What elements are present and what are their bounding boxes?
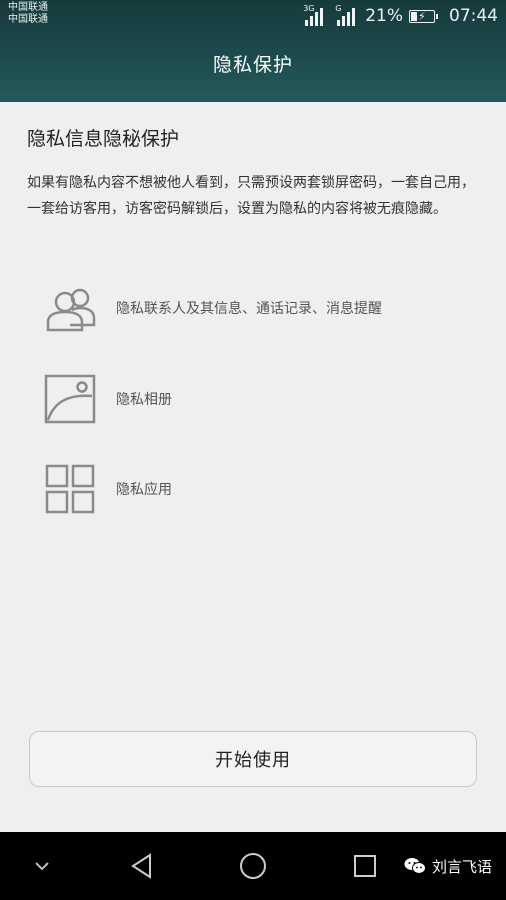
battery-percent: 21% xyxy=(365,6,403,26)
nav-hide-button[interactable] xyxy=(24,832,60,900)
clock: 07:44 xyxy=(449,6,498,26)
watermark-text: 刘言飞语 xyxy=(431,857,492,876)
battery-charging-icon: ⚡ xyxy=(409,9,438,23)
nav-back-button[interactable] xyxy=(122,832,162,900)
status-indicators: 3G G 21% ⚡ 07:44 xyxy=(303,3,498,29)
wechat-watermark: 刘言飞语 xyxy=(404,832,492,900)
nav-recents-button[interactable] xyxy=(345,832,385,900)
recents-square-icon xyxy=(354,855,376,877)
chevron-down-icon xyxy=(35,862,49,871)
section-title: 隐私信息隐秘保护 xyxy=(27,128,180,150)
signal-3g-icon: 3G xyxy=(303,4,324,26)
nav-home-button[interactable] xyxy=(233,832,273,900)
carrier-1: 中国联通 xyxy=(8,2,48,13)
carrier-2: 中国联通 xyxy=(8,14,48,25)
home-circle-icon xyxy=(240,853,266,879)
page-title: 隐私保护 xyxy=(212,54,293,76)
feature-label-album: 隐私相册 xyxy=(116,392,172,408)
feature-label-apps: 隐私应用 xyxy=(116,482,172,498)
carrier-info: 中国联通 中国联通 xyxy=(8,2,48,26)
feature-private-album: 隐私相册 xyxy=(44,371,484,427)
feature-private-contacts: 隐私联系人及其信息、通话记录、消息提醒 xyxy=(44,280,484,336)
contacts-icon xyxy=(46,288,96,332)
gallery-icon xyxy=(44,374,96,424)
description-text: 如果有隐私内容不想被他人看到，只需预设两套锁屏密码，一套自己用，一套给访客用，访… xyxy=(27,175,475,217)
feature-label-contacts: 隐私联系人及其信息、通话记录、消息提醒 xyxy=(116,301,382,317)
apps-grid-icon xyxy=(45,464,95,514)
signal-g-icon: G xyxy=(335,4,356,26)
signal-g-tag: G xyxy=(335,4,342,13)
header: 中国联通 中国联通 3G G 21% ⚡ 07:44 隐私保护 xyxy=(0,0,506,102)
signal-3g-tag: 3G xyxy=(303,4,315,13)
start-using-button[interactable]: 开始使用 xyxy=(29,731,477,787)
navigation-bar: 刘言飞语 xyxy=(0,832,506,900)
wechat-icon xyxy=(404,858,426,874)
back-triangle-icon xyxy=(131,853,151,879)
feature-private-apps: 隐私应用 xyxy=(44,461,484,517)
